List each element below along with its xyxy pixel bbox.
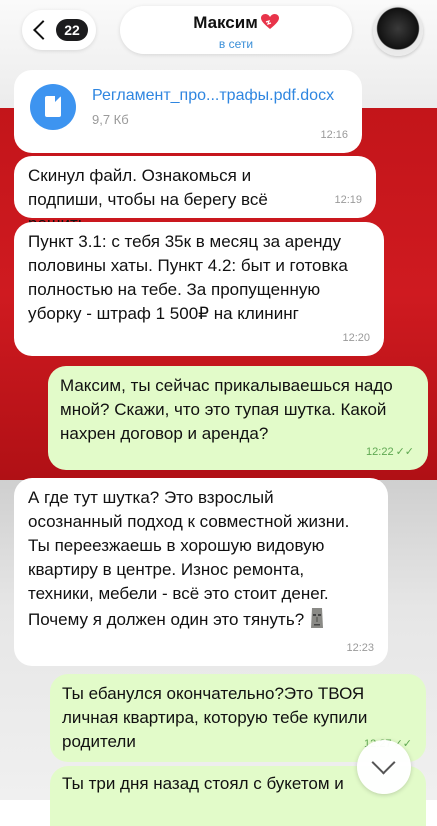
back-button[interactable]: 22 <box>22 10 96 50</box>
chat-header: 22 Максим в сети <box>0 0 437 66</box>
contact-status: в сети <box>218 37 254 51</box>
read-ticks-icon: ✓✓ <box>395 446 414 458</box>
message-time: 12:22 <box>366 446 394 458</box>
file-name[interactable]: Регламент_про...трафы.pdf.docx <box>92 84 334 108</box>
message-time: 12:19 <box>334 194 362 206</box>
message-text: Пункт 3.1: с тебя 35к в месяц за аренду … <box>28 232 348 323</box>
chat-title[interactable]: Максим в сети <box>120 6 352 54</box>
message-file[interactable]: Регламент_про...трафы.pdf.docx 9,7 Кб 12… <box>14 70 362 153</box>
scroll-to-bottom-button[interactable] <box>357 740 411 794</box>
message-outgoing[interactable]: Максим, ты сейчас прикалываешься надо мн… <box>48 366 428 470</box>
message-time: 12:23 <box>346 642 374 654</box>
message-text: Ты ебанулся окончательно?Это ТВОЯ личная… <box>62 684 368 751</box>
message-time: 12:20 <box>342 332 370 344</box>
chevron-down-icon <box>371 750 396 775</box>
file-size: 9,7 Кб <box>92 112 129 127</box>
chevron-left-icon <box>33 20 54 40</box>
contact-name: Максим <box>193 13 258 32</box>
message-incoming[interactable]: Пункт 3.1: с тебя 35к в месяц за аренду … <box>14 222 384 356</box>
message-incoming[interactable]: А где тут шутка? Это взрослый осознанный… <box>14 478 388 666</box>
heart-icon <box>260 14 279 35</box>
message-text: Максим, ты сейчас прикалываешься надо мн… <box>60 376 393 443</box>
avatar[interactable] <box>373 6 423 56</box>
document-icon[interactable] <box>30 84 76 130</box>
unread-count-badge: 22 <box>56 19 88 41</box>
message-text: А где тут шутка? Это взрослый осознанный… <box>28 486 366 637</box>
moai-icon <box>308 606 326 637</box>
message-time: 12:16 <box>320 129 348 141</box>
message-incoming[interactable]: Скинул файл. Ознакомься и подпиши, чтобы… <box>14 156 376 233</box>
